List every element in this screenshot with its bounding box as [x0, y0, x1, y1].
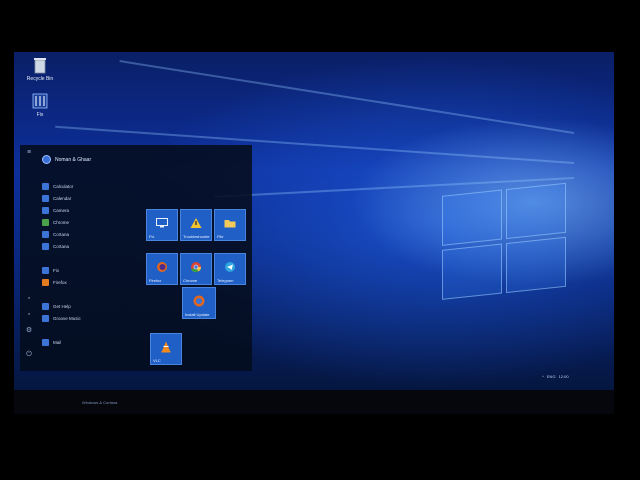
app-item[interactable]: Get Help: [42, 301, 71, 311]
app-icon: [42, 314, 49, 322]
app-icon: [42, 278, 49, 286]
tray-chevron[interactable]: ^: [542, 374, 544, 379]
tile-vlc[interactable]: VLC: [150, 333, 182, 365]
app-icon: [42, 194, 49, 202]
app-item[interactable]: Camera: [42, 205, 69, 215]
windows-logo-graphic: [442, 182, 572, 304]
start-user[interactable]: Noman & Ghaar: [42, 155, 91, 164]
app-icon: [42, 182, 49, 190]
app-item[interactable]: Chrome: [42, 217, 69, 227]
tile-chrome[interactable]: Chrome: [180, 253, 212, 285]
system-tray[interactable]: ^ ENG 12:00: [542, 374, 569, 379]
tile-troubleshooter[interactable]: Troubleshooter: [180, 209, 212, 241]
avatar: [42, 155, 51, 164]
start-rail: ≡ ▫ ▫ ⚙ ⏻: [20, 145, 38, 371]
warning-icon: [190, 217, 202, 228]
app-item[interactable]: Cortana: [42, 241, 69, 251]
tile-fix[interactable]: Fix: [146, 209, 178, 241]
vlc-icon: [161, 341, 171, 353]
pictures-icon[interactable]: ▫: [24, 311, 34, 319]
telegram-icon: [225, 261, 235, 272]
app-icon: [42, 206, 49, 214]
tray-language[interactable]: ENG: [547, 374, 556, 379]
tile-install-update[interactable]: Install Update: [182, 287, 216, 319]
monitor-icon: [156, 217, 168, 228]
app-item[interactable]: Mail: [42, 337, 61, 347]
app-icon: [42, 266, 49, 274]
app-item[interactable]: Groove Music: [42, 313, 81, 323]
power-icon[interactable]: ⏻: [24, 351, 34, 359]
app-icon: [42, 230, 49, 238]
tile-file[interactable]: File: [214, 209, 246, 241]
firefox-icon: [157, 261, 167, 272]
start-menu: ≡ ▫ ▫ ⚙ ⏻ Noman & Ghaar Calculator Calen…: [20, 145, 252, 371]
tile-telegram[interactable]: Telegram: [214, 253, 246, 285]
app-item[interactable]: Firefox: [42, 277, 67, 287]
update-icon: [193, 295, 205, 307]
documents-icon[interactable]: ▫: [24, 295, 34, 303]
hamburger-icon[interactable]: ≡: [24, 149, 34, 157]
app-item[interactable]: Fix: [42, 265, 59, 275]
fix-app-icon: [32, 93, 48, 109]
app-item[interactable]: Calculator: [42, 181, 73, 191]
app-icon: [42, 218, 49, 226]
app-icon: [42, 338, 49, 346]
tray-clock[interactable]: 12:00: [559, 374, 569, 379]
app-icon: [42, 302, 49, 310]
settings-icon[interactable]: ⚙: [24, 327, 34, 335]
app-item[interactable]: Cortana: [42, 229, 69, 239]
search-input[interactable]: Windows & Cortana: [82, 400, 117, 405]
folder-icon: [224, 219, 236, 228]
desktop-icon-fix[interactable]: Fix: [20, 92, 60, 118]
chrome-icon: [191, 261, 202, 272]
app-icon: [42, 242, 49, 250]
light-beam: [119, 60, 575, 134]
app-item[interactable]: Calendar: [42, 193, 71, 203]
recycle-bin-icon: [34, 58, 46, 74]
desktop-icon-recycle-bin[interactable]: Recycle Bin: [20, 56, 60, 82]
tile-firefox[interactable]: Firefox: [146, 253, 178, 285]
